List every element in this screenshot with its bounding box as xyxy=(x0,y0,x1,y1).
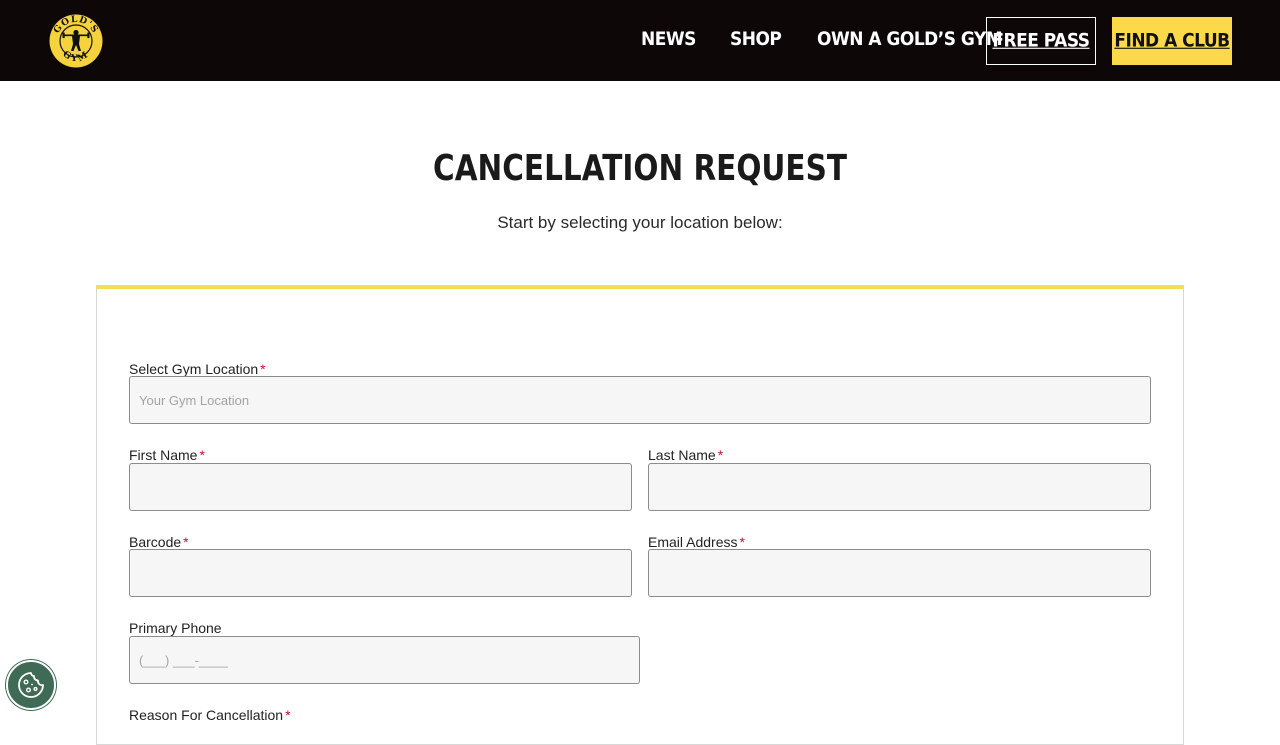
last-name-input[interactable] xyxy=(648,463,1151,511)
cancellation-form: Select Gym Location* First Name* Last Na… xyxy=(96,285,1184,745)
required-marker: * xyxy=(285,707,291,723)
required-marker: * xyxy=(183,534,189,550)
nav-news[interactable]: NEWS xyxy=(641,28,696,50)
nav-own-a-golds-gym[interactable]: OWN A GOLD’S GYM xyxy=(817,28,1003,50)
email-input[interactable] xyxy=(648,549,1151,597)
gym-location-label: Select Gym Location * xyxy=(129,361,266,377)
reason-label: Reason For Cancellation * xyxy=(129,707,291,723)
first-name-label: First Name * xyxy=(129,447,205,463)
nav-shop[interactable]: SHOP xyxy=(730,28,782,50)
page-title: CANCELLATION REQUEST xyxy=(433,148,847,189)
main-nav: NEWS SHOP OWN A GOLD’S GYM FREE PASS FIN… xyxy=(0,0,1280,81)
site-header: GOLD'S GYM NEWS SHOP OWN A GOLD’S GYM FR… xyxy=(0,0,1280,81)
cookie-icon xyxy=(18,672,44,698)
email-label: Email Address * xyxy=(648,534,745,550)
cookie-settings-button[interactable] xyxy=(6,660,56,710)
required-marker: * xyxy=(739,534,745,550)
required-marker: * xyxy=(199,447,205,463)
required-marker: * xyxy=(717,447,724,463)
free-pass-button[interactable]: FREE PASS xyxy=(986,17,1096,65)
primary-phone-label: Primary Phone xyxy=(129,620,222,636)
find-a-club-button[interactable]: FIND A CLUB xyxy=(1112,17,1232,65)
find-a-club-label: FIND A CLUB xyxy=(1114,29,1230,53)
barcode-input[interactable] xyxy=(129,549,632,597)
primary-phone-input[interactable] xyxy=(129,636,640,684)
last-name-label: Last Name * xyxy=(648,447,724,463)
first-name-input[interactable] xyxy=(129,463,632,511)
barcode-label: Barcode * xyxy=(129,534,189,550)
gym-location-input[interactable] xyxy=(129,376,1151,424)
page-subtitle: Start by selecting your location below: xyxy=(497,213,783,232)
free-pass-label: FREE PASS xyxy=(992,29,1090,53)
required-marker: * xyxy=(260,361,266,377)
